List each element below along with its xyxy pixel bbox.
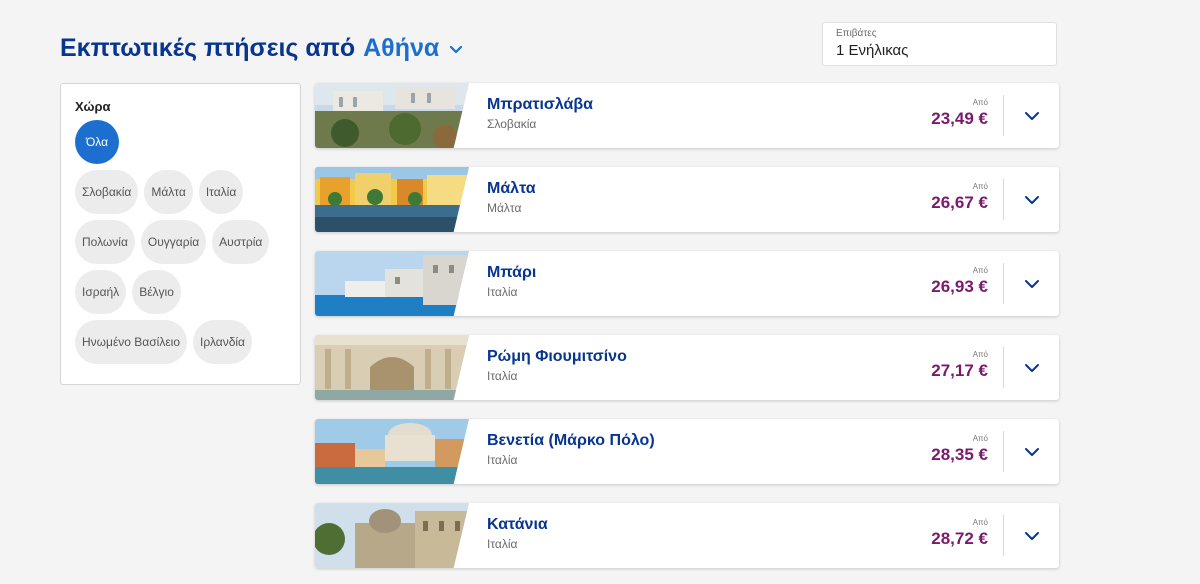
destination-country: Ιταλία (487, 537, 518, 551)
divider (1003, 95, 1004, 136)
destination-country: Σλοβακία (487, 117, 537, 131)
page-title-text: Εκπτωτικές πτήσεις από (60, 34, 356, 62)
price-from-label: Από (972, 182, 988, 191)
origin-city-selector[interactable]: Αθήνα (363, 34, 439, 63)
price-amount: 28,72 € (931, 529, 988, 548)
destination-photo (315, 251, 469, 316)
destination-country: Μάλτα (487, 201, 522, 215)
price-from-label: Από (972, 518, 988, 527)
result-card[interactable]: Βενετία (Μάρκο Πόλο) Ιταλία Από 28,35 € (315, 419, 1059, 484)
destination-photo (315, 419, 469, 484)
chevron-down-icon[interactable] (1023, 443, 1041, 461)
price-amount: 28,35 € (931, 445, 988, 464)
chip-belgium[interactable]: Βέλγιο (132, 270, 181, 314)
destination-name: Κατάνια (487, 516, 548, 533)
destination-photo (315, 335, 469, 400)
chip-all[interactable]: Όλα (75, 120, 119, 164)
chip-ireland[interactable]: Ιρλανδία (193, 320, 252, 364)
destination-country: Ιταλία (487, 453, 518, 467)
chevron-down-icon[interactable] (1023, 527, 1041, 545)
divider (1003, 431, 1004, 472)
chip-israel[interactable]: Ισραήλ (75, 270, 127, 314)
results-list: Μπρατισλάβα Σλοβακία Από 23,49 € Μάλτα Μ… (315, 83, 1059, 584)
chip-malta[interactable]: Μάλτα (144, 170, 193, 214)
chip-poland[interactable]: Πολωνία (75, 220, 135, 264)
result-card[interactable]: Ρώμη Φιουμιτσίνο Ιταλία Από 27,17 € (315, 335, 1059, 400)
destination-name: Μπάρι (487, 264, 537, 281)
page: Εκπτωτικές πτήσεις από Αθήνα Επιβάτες 1 … (0, 0, 1200, 584)
chevron-down-icon[interactable] (1023, 275, 1041, 293)
destination-name: Ρώμη Φιουμιτσίνο (487, 348, 627, 365)
price-amount: 27,17 € (931, 361, 988, 380)
destination-photo (315, 167, 469, 232)
chip-italy[interactable]: Ιταλία (198, 170, 244, 214)
country-filter-panel: Χώρα Όλα Σλοβακία Μάλτα Ιταλία Πολωνία Ο… (60, 83, 301, 385)
chevron-down-icon[interactable] (1023, 107, 1041, 125)
result-card[interactable]: Μπρατισλάβα Σλοβακία Από 23,49 € (315, 83, 1059, 148)
destination-name: Μπρατισλάβα (487, 96, 593, 113)
price-amount: 26,93 € (931, 277, 988, 296)
chevron-down-icon[interactable] (1023, 359, 1041, 377)
price-from-label: Από (972, 434, 988, 443)
passengers-selector[interactable]: Επιβάτες 1 Ενήλικας (822, 22, 1057, 66)
chip-united-kingdom[interactable]: Ηνωμένο Βασίλειο (75, 320, 188, 364)
price-from-label: Από (972, 98, 988, 107)
destination-photo (315, 83, 469, 148)
passengers-value: 1 Ενήλικας (836, 42, 909, 59)
chip-slovakia[interactable]: Σλοβακία (75, 170, 139, 214)
chip-austria[interactable]: Αυστρία (212, 220, 270, 264)
result-card[interactable]: Μπάρι Ιταλία Από 26,93 € (315, 251, 1059, 316)
destination-country: Ιταλία (487, 285, 518, 299)
price-amount: 23,49 € (931, 109, 988, 128)
destination-country: Ιταλία (487, 369, 518, 383)
result-card[interactable]: Μάλτα Μάλτα Από 26,67 € (315, 167, 1059, 232)
divider (1003, 347, 1004, 388)
price-from-label: Από (972, 350, 988, 359)
destination-photo (315, 503, 469, 568)
page-title: Εκπτωτικές πτήσεις από Αθήνα (60, 34, 463, 63)
country-filter-heading: Χώρα (75, 99, 111, 114)
country-chips: Όλα Σλοβακία Μάλτα Ιταλία Πολωνία Ουγγαρ… (75, 120, 300, 364)
divider (1003, 515, 1004, 556)
destination-name: Βενετία (Μάρκο Πόλο) (487, 432, 655, 449)
chip-hungary[interactable]: Ουγγαρία (140, 220, 207, 264)
price-amount: 26,67 € (931, 193, 988, 212)
passengers-label: Επιβάτες (836, 28, 877, 39)
divider (1003, 179, 1004, 220)
price-from-label: Από (972, 266, 988, 275)
destination-name: Μάλτα (487, 180, 536, 197)
chevron-down-icon[interactable] (1023, 191, 1041, 209)
chevron-down-icon[interactable] (449, 43, 463, 57)
result-card[interactable]: Κατάνια Ιταλία Από 28,72 € (315, 503, 1059, 568)
divider (1003, 263, 1004, 304)
